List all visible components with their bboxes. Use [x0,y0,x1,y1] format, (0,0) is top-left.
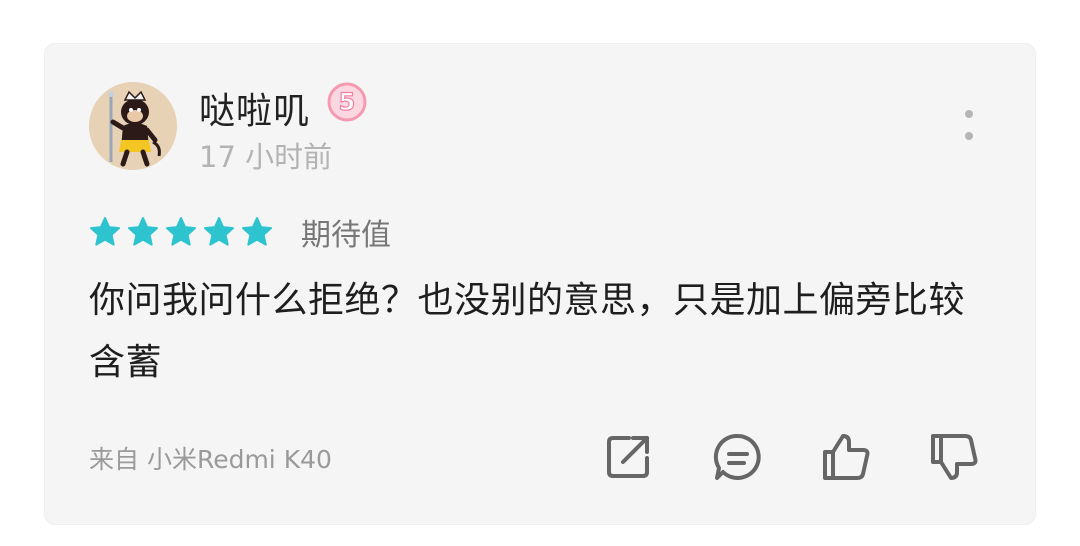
monkey-avatar-icon [89,82,177,170]
more-dot-icon [965,110,973,118]
reply-icon [713,433,761,480]
more-dot-icon [965,132,973,140]
star-rating [89,216,273,248]
dislike-button[interactable] [927,430,981,484]
star-icon [128,217,158,246]
thumbs-up-icon [823,434,870,480]
reply-button[interactable] [711,430,765,484]
username[interactable]: 哒啦叽 [199,82,310,134]
device-info: 来自 小米Redmi K40 [89,445,332,474]
star-icon [204,217,234,246]
avatar[interactable] [89,82,177,170]
like-button[interactable] [819,430,873,484]
more-options-button[interactable] [955,110,983,144]
share-button[interactable] [601,430,655,484]
level-number: 5 [339,88,356,116]
comment-text: 你问我问什么拒绝？也没别的意思，只是加上偏旁比较含蓄 [89,280,966,383]
star-icon [166,217,196,246]
star-icon [90,217,120,246]
star-icon [242,217,272,246]
rating-label: 期待值 [301,218,391,253]
level-badge: 5 [327,82,367,122]
action-bar [601,430,991,486]
thumbs-down-icon [931,434,978,480]
comment-card: 哒啦叽 5 17 小时前 期待值 你问我问什么拒绝？也没别的意思，只是加上偏旁比… [45,44,1035,524]
share-icon [607,436,649,478]
rating-row: 期待值 [89,212,391,253]
comment-time: 17 小时前 [199,140,333,174]
